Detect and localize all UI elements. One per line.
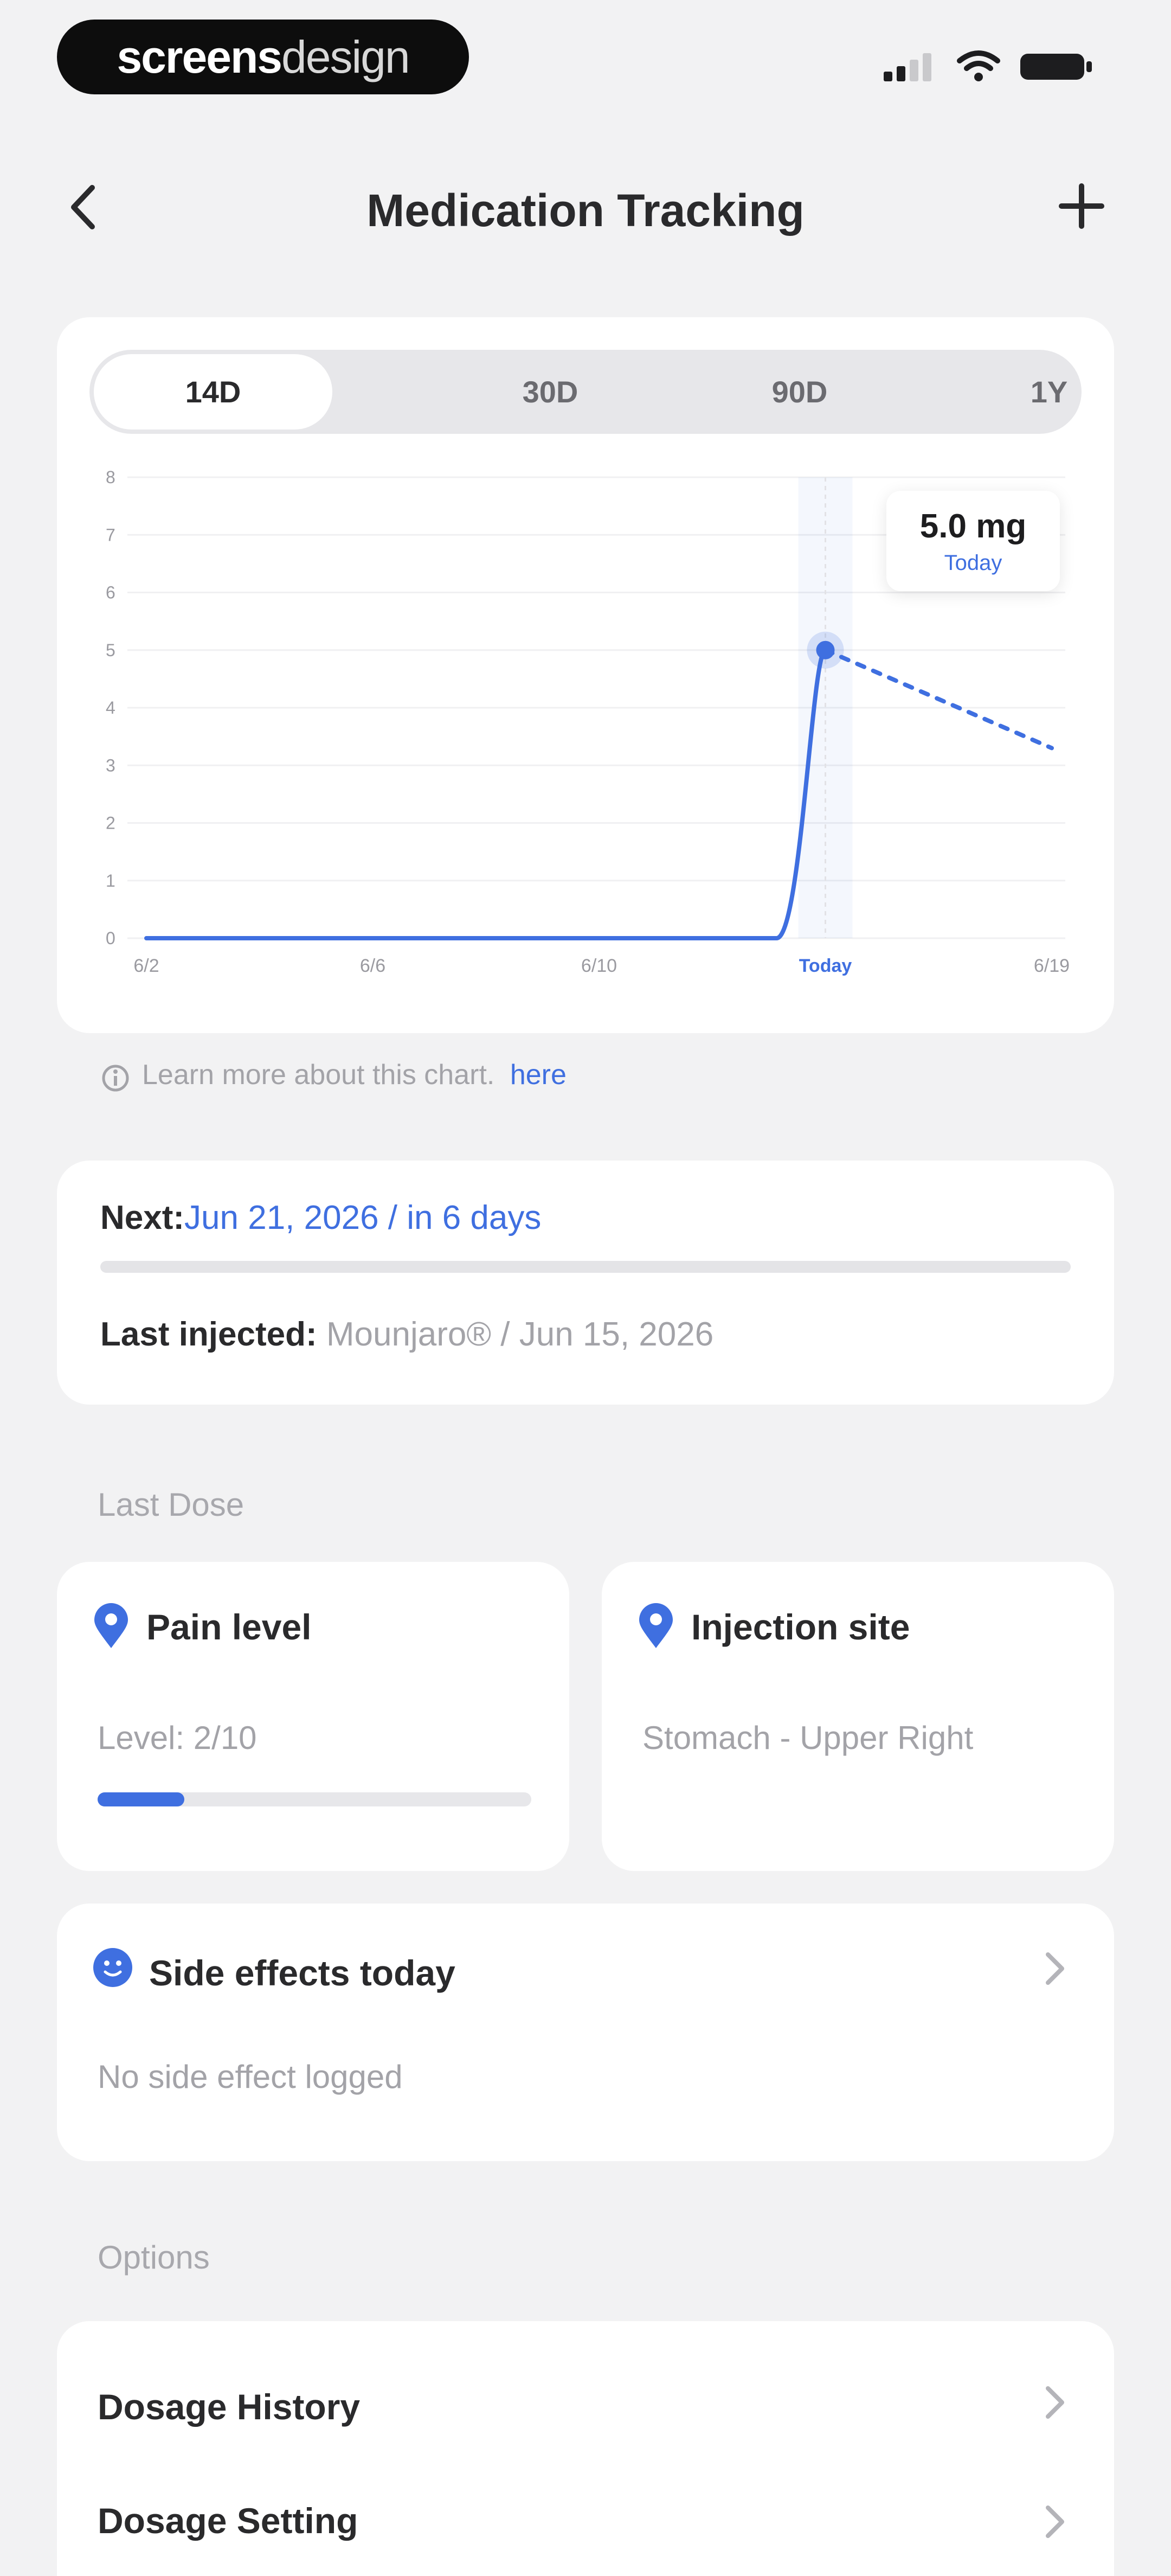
next-label: Next: xyxy=(100,1199,185,1236)
tab-1y-label: 1Y xyxy=(1030,375,1068,409)
side-effects-card[interactable]: Side effects today No side effect logged xyxy=(57,1904,1114,2161)
chart-info-text: Learn more about this chart. xyxy=(142,1059,495,1091)
divider xyxy=(100,1261,1071,1273)
y-tick-label: 6 xyxy=(106,583,115,603)
tab-14d[interactable]: 14D xyxy=(94,354,332,430)
option-dosage-history[interactable]: Dosage History xyxy=(57,2321,1114,2457)
brand-light-text: design xyxy=(281,31,410,82)
side-effects-title: Side effects today xyxy=(149,1953,455,1993)
y-tick-label: 1 xyxy=(106,871,115,890)
wifi-icon xyxy=(957,50,1000,81)
tab-14d-label: 14D xyxy=(185,375,241,409)
last-injected-value: Mounjaro® / Jun 15, 2026 xyxy=(326,1316,714,1353)
face-icon xyxy=(93,1948,132,1987)
page-title: Medication Tracking xyxy=(366,185,805,236)
chevron-right-icon xyxy=(1046,2505,1064,2538)
pain-level-fill xyxy=(98,1792,184,1806)
projection-line xyxy=(823,648,1054,751)
x-tick-label: 6/10 xyxy=(581,956,617,976)
injection-site-card[interactable]: Injection site Stomach - Upper Right xyxy=(602,1562,1114,1871)
tab-1y[interactable]: 1Y xyxy=(930,350,1168,434)
info-icon xyxy=(102,1065,129,1092)
y-tick-label: 8 xyxy=(106,467,115,487)
y-tick-label: 4 xyxy=(106,698,115,717)
last-dose-heading: Last Dose xyxy=(98,1486,245,1523)
options-card: Dosage History Dosage Setting xyxy=(57,2321,1114,2576)
y-tick-label: 5 xyxy=(106,640,115,660)
x-tick-label: Today xyxy=(799,956,852,976)
tooltip-caption: Today xyxy=(944,551,1002,575)
pain-level-card[interactable]: Pain level Level: 2/10 xyxy=(57,1562,569,1871)
tooltip-value: 5.0 mg xyxy=(919,508,1027,545)
y-tick-label: 7 xyxy=(106,525,115,544)
x-tick-label: 6/6 xyxy=(360,956,385,976)
series-line xyxy=(144,648,828,940)
brand-badge: screens design xyxy=(57,20,469,94)
pain-level-value: Level: 2/10 xyxy=(98,1720,257,1756)
side-effects-subtitle: No side effect logged xyxy=(98,2059,403,2095)
y-tick-label: 0 xyxy=(106,928,115,948)
tab-30d-label: 30D xyxy=(522,375,578,409)
battery-icon xyxy=(1020,54,1092,80)
y-tick-label: 2 xyxy=(106,813,115,833)
pain-level-track xyxy=(98,1792,531,1806)
options-heading: Options xyxy=(98,2239,210,2276)
add-icon[interactable] xyxy=(1057,182,1106,230)
tab-90d-label: 90D xyxy=(771,375,828,409)
chart-tooltip: 5.0 mg Today xyxy=(886,491,1060,591)
injection-site-title: Injection site xyxy=(691,1607,910,1647)
location-pin-icon xyxy=(639,1603,673,1648)
y-tick-label: 3 xyxy=(106,755,115,775)
pain-level-title: Pain level xyxy=(146,1607,312,1647)
schedule-card: Next:Jun 21, 2026 / in 6 days Last injec… xyxy=(57,1161,1114,1405)
next-value: Jun 21, 2026 / in 6 days xyxy=(184,1199,542,1236)
chevron-right-icon xyxy=(1046,1952,1064,1985)
chevron-right-icon xyxy=(1046,2386,1064,2419)
last-injected-label: Last injected: xyxy=(100,1316,317,1353)
data-point xyxy=(816,640,835,659)
chart-info-link[interactable]: here xyxy=(510,1059,567,1091)
period-tabs: 14D 30D 90D 1Y xyxy=(89,350,1082,434)
signal-icon xyxy=(884,53,931,81)
tab-30d[interactable]: 30D xyxy=(431,350,670,434)
last-injected-row: Last injected: Mounjaro® / Jun 15, 2026 xyxy=(100,1315,713,1354)
injection-site-value: Stomach - Upper Right xyxy=(642,1720,974,1756)
option-dosage-history-label: Dosage History xyxy=(98,2387,361,2427)
option-dosage-setting-label: Dosage Setting xyxy=(98,2501,358,2541)
location-pin-icon xyxy=(94,1603,128,1648)
brand-bold-text: screens xyxy=(117,31,282,82)
option-dosage-setting[interactable]: Dosage Setting xyxy=(57,2457,1114,2576)
chart-info: Learn more about this chart. here xyxy=(142,1059,567,1091)
x-tick-label: 6/2 xyxy=(133,956,159,976)
next-dose-row: Next:Jun 21, 2026 / in 6 days xyxy=(100,1199,541,1237)
x-tick-label: 6/19 xyxy=(1034,956,1070,976)
tab-90d[interactable]: 90D xyxy=(680,350,919,434)
